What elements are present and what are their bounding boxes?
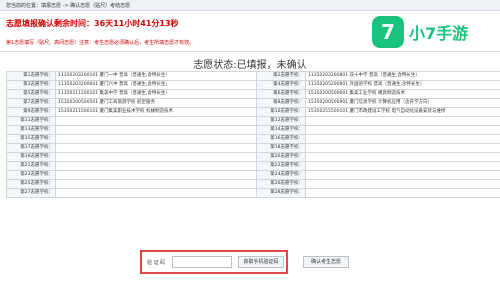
choice-value: 15350200500901 厦门信息学校 计算机应用（含开学方向） [305, 98, 500, 108]
choice-label: 第2志愿学校： [256, 71, 306, 81]
choices-table: 第1志愿学校： 11350203200101 厦门一中 普高（普通生,含特长生）第… [6, 71, 500, 198]
choice-value [305, 170, 500, 180]
choice-label: 第17志愿学校： [6, 143, 56, 153]
page-title: 志愿状态:已填报，未确认 [193, 60, 307, 71]
choice-row: 第25志愿学校： 第26志愿学校： [6, 179, 500, 189]
choice-label: 第28志愿学校： [256, 188, 306, 198]
choice-label: 第11志愿学校： [6, 116, 56, 126]
choice-label: 第27志愿学校： [6, 188, 56, 198]
choice-value [55, 125, 257, 135]
choice-value [305, 143, 500, 153]
choice-value [305, 179, 500, 189]
choice-row: 第1志愿学校： 11350203200101 厦门一中 普高（普通生,含特长生）第… [6, 71, 500, 81]
confirm-choices-button[interactable]: 确认考生志愿 [303, 256, 349, 268]
choice-value [55, 179, 257, 189]
choice-label: 第14志愿学校： [256, 125, 306, 135]
choice-value [55, 134, 257, 144]
choice-value: 11350211200101 集美中学 普高（普通生,含特长生） [55, 89, 257, 99]
choice-value [55, 143, 257, 153]
choice-label: 第15志愿学校： [6, 134, 56, 144]
notice-text: 第1志愿填写（贴尺、高间志愿）注意：考生志愿必须确认后，考生所填志愿才有效。 [6, 40, 195, 46]
choice-value: 15350211500101 厦门集美职业技术学校 机械制造技术 [55, 107, 257, 117]
choice-value [305, 125, 500, 135]
choice-value: 15350200500501 厦门工商旅游学校 航空服务 [55, 98, 257, 108]
choice-row: 第3志愿学校： 11350203200601 厦门六中 普高（普通生,含特长生）第… [6, 80, 500, 90]
choice-value: 15350255500101 厦门市政建设工学校 电气自动化设备安装与维修 [305, 107, 500, 117]
verify-code-label: 验 证 码 [147, 260, 166, 266]
choice-row: 第23志愿学校： 第24志愿学校： [6, 170, 500, 180]
choice-label: 第5志愿学校： [6, 89, 56, 99]
choice-value [305, 116, 500, 126]
choice-label: 第16志愿学校： [256, 134, 306, 144]
choice-row: 第5志愿学校： 11350211200101 集美中学 普高（普通生,含特长生）第… [6, 89, 500, 99]
countdown-text: 志愿填报确认剩余时间：36天11小时41分13秒 [6, 19, 179, 28]
choice-label: 第12志愿学校： [256, 116, 306, 126]
choice-row: 第9志愿学校： 15350211500101 厦门集美职业技术学校 机械制造技术第… [6, 107, 500, 117]
breadcrumb-bar: 您当前的位置：填报志愿 -> 确认志愿（贴尺）考结志愿 [0, 0, 500, 11]
divider [0, 51, 500, 52]
watermark-logo: 7 小7手游 [372, 16, 492, 50]
choice-row: 第27志愿学校： 第28志愿学校： [6, 188, 500, 198]
choice-label: 第1志愿学校： [6, 71, 56, 81]
choice-label: 第22志愿学校： [256, 161, 306, 171]
choice-label: 第18志愿学校： [256, 143, 306, 153]
choice-value: 11350205200801 外国语学校 普高（普通生,含特长生） [305, 80, 500, 90]
choice-row: 第11志愿学校： 第12志愿学校： [6, 116, 500, 126]
choice-row: 第7志愿学校： 15350200500501 厦门工商旅游学校 航空服务 第8志愿学… [6, 98, 500, 108]
choice-label: 第20志愿学校： [256, 152, 306, 162]
choice-label: 第3志愿学校： [6, 80, 56, 90]
choice-row: 第15志愿学校： 第16志愿学校： [6, 134, 500, 144]
choice-row: 第17志愿学校： 第18志愿学校： [6, 143, 500, 153]
choice-value [55, 161, 257, 171]
choice-value: 11350203200101 厦门一中 普高（普通生,含特长生） [55, 71, 257, 81]
choice-value [55, 170, 257, 180]
choice-label: 第8志愿学校： [256, 98, 306, 108]
breadcrumb: 您当前的位置：填报志愿 -> 确认志愿（贴尺）考结志愿 [6, 3, 131, 9]
choice-label: 第9志愿学校： [6, 107, 56, 117]
brand-name: 小7手游 [409, 24, 469, 43]
choice-label: 第21志愿学校： [6, 161, 56, 171]
choice-label: 第23志愿学校： [6, 170, 56, 180]
choice-value [55, 188, 257, 198]
choice-label: 第4志愿学校： [256, 80, 306, 90]
choice-value [305, 134, 500, 144]
brand-icon: 7 [372, 16, 404, 48]
choice-value [55, 152, 257, 162]
choice-label: 第6志愿学校： [256, 89, 306, 99]
choice-label: 第25志愿学校： [6, 179, 56, 189]
get-sms-code-button[interactable]: 获取手机验证码 [238, 256, 284, 268]
choice-value: 15350200500601 集美工业学校 模具制造技术 [305, 89, 500, 99]
choice-label: 第26志愿学校： [256, 179, 306, 189]
choice-row: 第19志愿学校： 第20志愿学校： [6, 152, 500, 162]
choice-label: 第13志愿学校： [6, 125, 56, 135]
choice-value: 11350203200801 双十中学 普高（普通生,含特长生） [305, 71, 500, 81]
choice-row: 第13志愿学校： 第14志愿学校： [6, 125, 500, 135]
choice-value: 11350203200601 厦门六中 普高（普通生,含特长生） [55, 80, 257, 90]
choice-value [305, 152, 500, 162]
choice-row: 第21志愿学校： 第22志愿学校： [6, 161, 500, 171]
choice-value [55, 116, 257, 126]
choice-label: 第7志愿学校： [6, 98, 56, 108]
choice-value [305, 161, 500, 171]
choice-label: 第24志愿学校： [256, 170, 306, 180]
choice-label: 第10志愿学校： [256, 107, 306, 117]
choice-label: 第19志愿学校： [6, 152, 56, 162]
verify-code-input[interactable] [172, 256, 232, 268]
choice-value [305, 188, 500, 198]
